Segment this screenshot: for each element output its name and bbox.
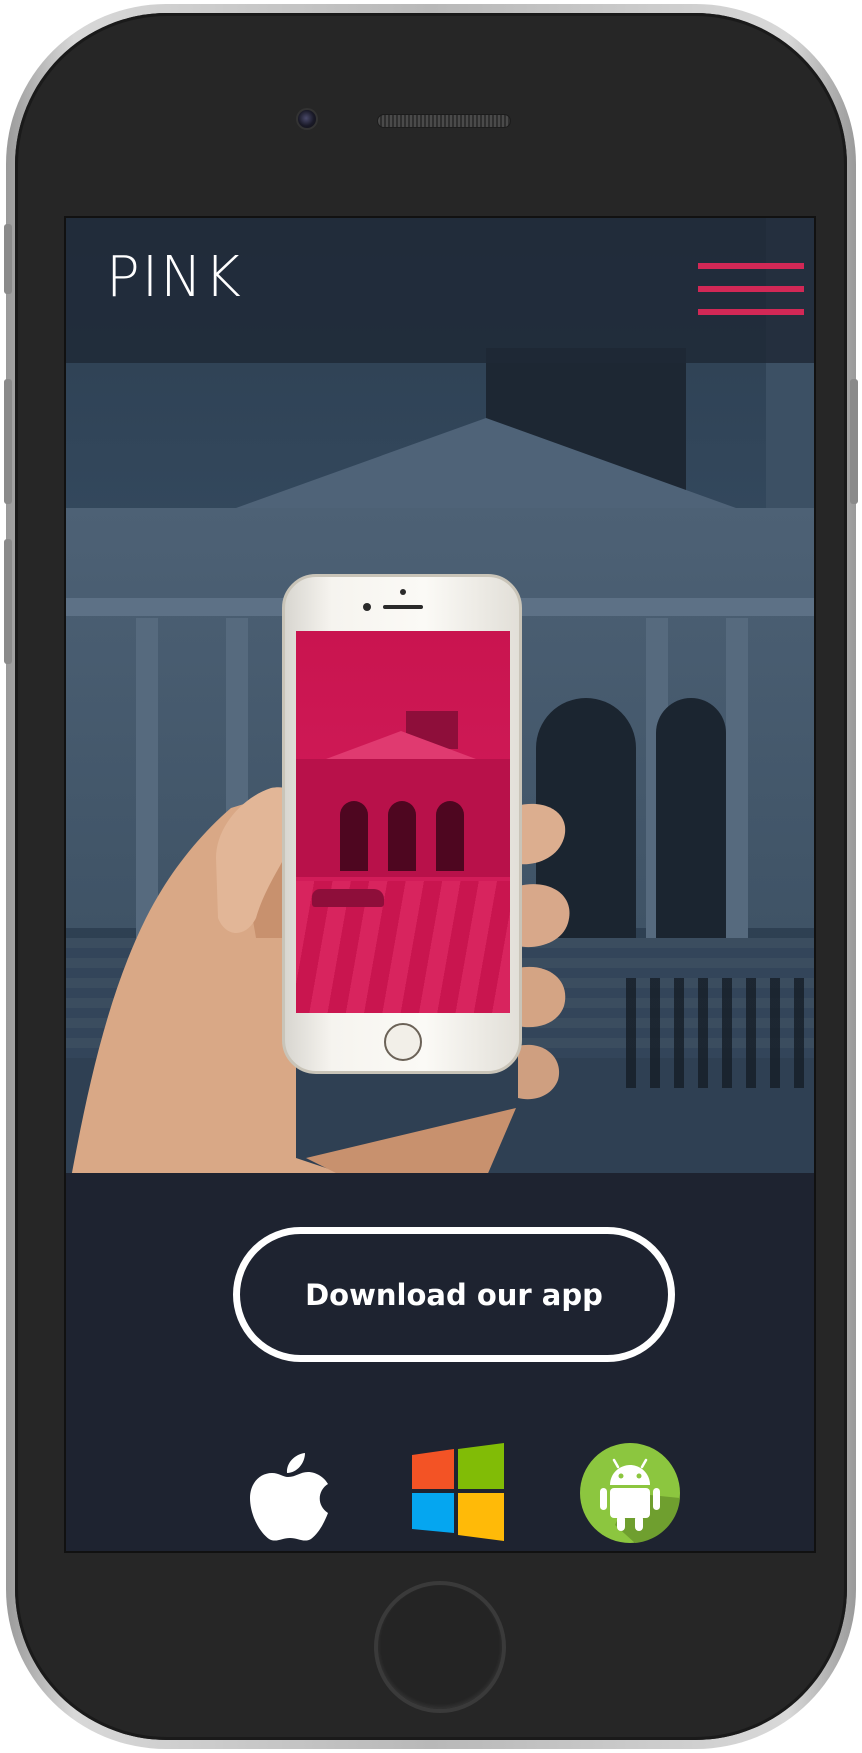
- screen-arch: [340, 801, 368, 871]
- screen-car: [312, 889, 384, 907]
- site-header: PINK: [66, 218, 814, 363]
- silent-switch: [4, 224, 12, 294]
- windows-logo-icon[interactable]: [408, 1443, 508, 1543]
- screen-pediment: [326, 731, 476, 759]
- volume-up-button: [4, 379, 12, 504]
- screen-arch: [388, 801, 416, 871]
- held-phone-camera: [363, 603, 371, 611]
- held-phone-speaker: [383, 605, 423, 609]
- building-column: [726, 618, 748, 938]
- held-phone-home-button: [384, 1023, 422, 1061]
- menu-bar: [698, 263, 804, 269]
- power-button: [850, 379, 858, 504]
- menu-bar: [698, 286, 804, 292]
- device-home-button[interactable]: [374, 1581, 506, 1713]
- earpiece-speaker: [377, 114, 511, 128]
- phone-body: PINK Download our app: [15, 13, 847, 1740]
- phone-screen: PINK Download our app: [64, 216, 816, 1553]
- volume-down-button: [4, 539, 12, 664]
- apple-logo-icon[interactable]: [238, 1443, 338, 1543]
- held-phone: [282, 574, 522, 1074]
- android-logo-icon[interactable]: [580, 1443, 680, 1543]
- menu-bar: [698, 309, 804, 315]
- held-phone-screen: [296, 631, 510, 1013]
- building-pediment: [236, 418, 736, 508]
- front-camera: [296, 108, 318, 130]
- pedestrians: [626, 978, 806, 1088]
- phone-device-frame: PINK Download our app: [4, 4, 858, 1749]
- held-phone-sensor: [400, 589, 406, 595]
- hamburger-menu-icon[interactable]: [698, 263, 804, 319]
- pink-logo[interactable]: PINK: [106, 250, 243, 306]
- download-app-button[interactable]: Download our app: [233, 1227, 675, 1362]
- building-arch: [656, 698, 726, 938]
- screen-arch: [436, 801, 464, 871]
